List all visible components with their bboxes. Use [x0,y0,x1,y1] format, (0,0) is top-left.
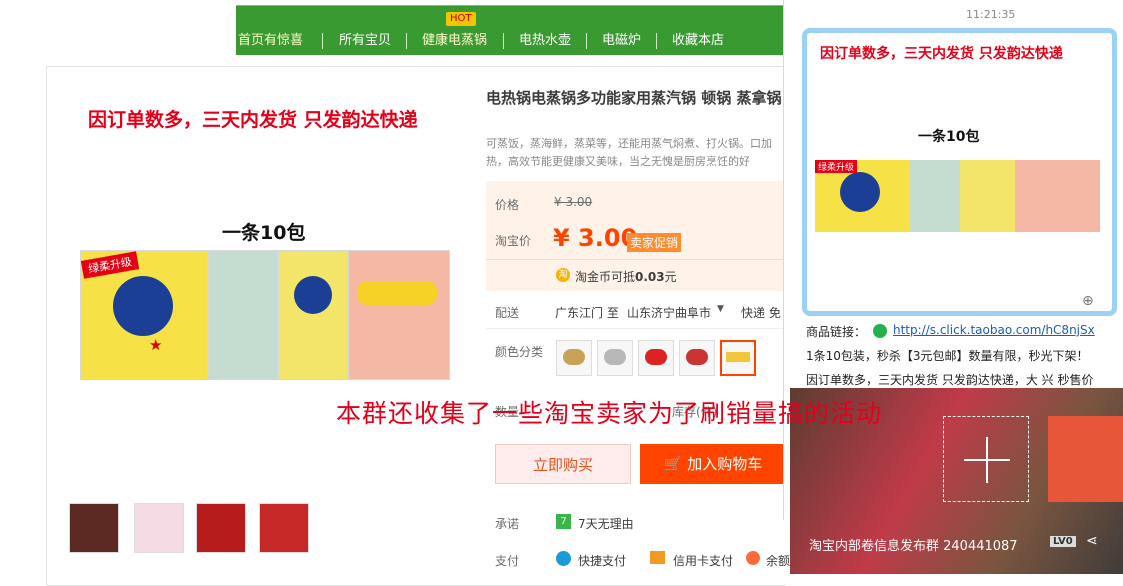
ship-method: 快递 免 [741,306,781,320]
seven-day-icon: 7 [556,514,571,529]
nav-item-induction[interactable]: 电磁炉 [602,32,641,50]
pay-option-quick: 快捷支付 [578,554,627,568]
buy-now-button[interactable]: 立即购买 [495,444,631,484]
level-badge: LV0 [1050,536,1076,547]
pack-caption: 一条10包 [222,222,306,244]
cart-icon: 🛒 [663,455,683,473]
overlay-caption: 本群还收集了一些淘宝卖家为了刷销量搞的活动 [336,399,883,428]
spongebob-logo-icon [357,281,437,305]
avatar[interactable] [1048,416,1123,502]
nav-item-steamer[interactable]: 健康电蒸锅 [422,32,487,50]
balance-icon [746,551,760,565]
tissue-pack-yellow-2 [278,250,348,380]
product-link[interactable]: http://s.click.taobao.com/hC8njSx [893,323,1095,337]
nav-item-home[interactable]: 首页有惊喜 [238,32,303,50]
promise-value: 7天无理由 [578,517,634,531]
nav-divider [656,33,657,49]
color-option-2[interactable] [597,340,633,376]
add-icon[interactable] [943,416,1029,502]
shipping-banner: 因订单数多，三天内发货 只发韵达快递 [88,109,418,131]
hot-badge: HOT [446,12,476,26]
bubble-pack-badge: 绿柔升级 [815,160,858,173]
product-title: 电热锅电蒸锅多功能家用蒸汽锅 顿锅 蒸拿锅 [486,89,782,107]
thumbnail-3[interactable] [196,503,246,553]
nav-item-favorite[interactable]: 收藏本店 [672,32,724,50]
pay-label: 支付 [495,554,520,568]
credit-card-icon [650,551,665,564]
shop-nav-bar: 首页有惊喜 所有宝贝 健康电蒸锅 电热水壶 电磁炉 收藏本店 [236,5,786,55]
link-label: 商品链接： [806,325,867,339]
color-option-5-selected[interactable] [720,340,756,376]
nav-divider [586,33,587,49]
coin-text: 淘金币可抵0.03元 [575,270,677,284]
thumbnail-1[interactable] [69,503,119,553]
coin-icon: 淘 [556,268,570,282]
share-icon[interactable]: ⋖ [1086,533,1098,549]
add-to-cart-button[interactable]: 🛒 加入购物车 [640,444,786,484]
tb-price-label: 淘宝价 [495,234,532,248]
tb-price: ¥ 3.00 [553,224,638,252]
pay-option-balance: 余额 [766,554,791,568]
product-description: 可蒸饭，蒸海鲜，蒸菜等，还能用蒸气焖煮、打火锅。口加热，高效节能更健康又美味，当… [486,137,772,168]
thumbnail-4[interactable] [259,503,309,553]
chat-message: 1条10包装，秒杀【3元包邮】数量有限，秒光下架！ [806,349,1089,363]
nav-divider [322,33,323,49]
tissue-pack-mint [208,250,278,380]
pay-option-credit: 信用卡支付 [673,554,734,568]
chevron-down-icon[interactable]: ▼ [717,304,724,314]
original-price: ¥ 3.00 [554,195,593,209]
vinda-logo-icon [294,276,332,314]
color-option-4[interactable] [679,340,715,376]
vinda-logo-icon [113,276,173,336]
quick-pay-icon [556,551,571,566]
add-to-cart-label: 加入购物车 [687,455,763,473]
group-name: 淘宝内部卷信息发布群 240441087 [809,539,1018,554]
thumbnail-2[interactable] [134,503,184,553]
product-main-image[interactable]: ★ 绿柔升级 [80,250,450,385]
bubble-pack-caption: 一条10包 [918,129,980,145]
bubble-banner: 因订单数多，三天内发货 只发韵达快递 [820,46,1063,62]
star-icon: ★ [149,336,163,354]
ship-to-select[interactable]: 山东济宁曲阜市 [627,304,711,321]
nav-item-all[interactable]: 所有宝贝 [339,32,391,50]
ship-from: 广东江门 至 [555,306,619,320]
shipping-label: 配送 [495,306,520,320]
promise-label: 承诺 [495,517,520,531]
bubble-product-image: 绿柔升级 [815,160,1100,232]
nav-divider [503,33,504,49]
color-label: 颜色分类 [495,345,544,359]
zoom-icon[interactable]: ⊕ [1082,293,1094,309]
message-time: 11:21:35 [966,8,1016,21]
promo-tag: 卖家促销 [627,233,682,252]
ship-divider [486,328,786,329]
price-label: 价格 [495,198,520,212]
verified-shield-icon [873,324,887,338]
color-option-3[interactable] [638,340,674,376]
tissue-pack-pink [348,250,450,380]
nav-item-kettle[interactable]: 电热水壶 [519,32,571,50]
nav-divider [406,33,407,49]
price-divider [486,259,786,260]
color-option-1[interactable] [556,340,592,376]
chat-message-2: 因订单数多，三天内发货 只发韵达快递，大 兴 秒售价 [806,373,1094,387]
